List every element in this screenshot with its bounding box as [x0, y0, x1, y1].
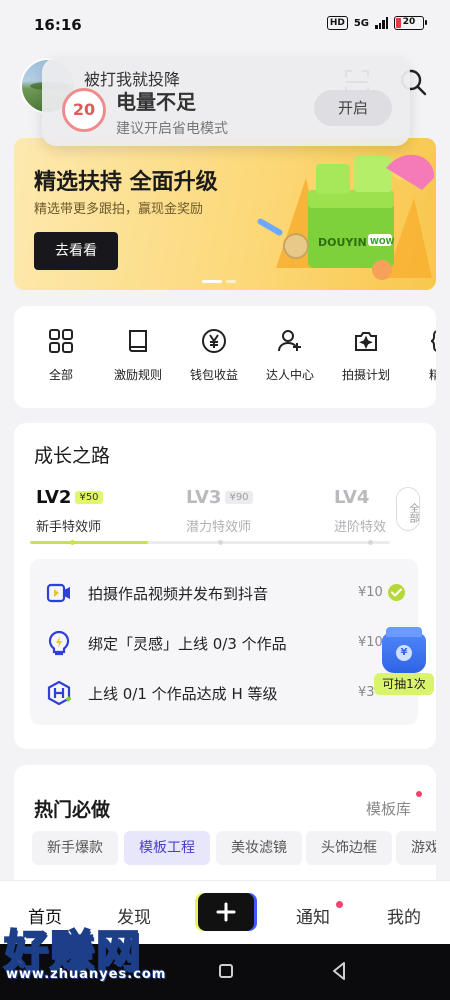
banner-pager — [202, 280, 236, 283]
level-reward: ¥50 — [75, 491, 103, 504]
level-name: LV2 — [36, 487, 72, 508]
hot-title: 热门必做 — [34, 799, 111, 821]
lightning-icon — [48, 630, 70, 656]
tab-home[interactable]: 首页 — [28, 903, 62, 928]
chip-template-projects[interactable]: 模板工程 — [124, 831, 210, 865]
camera-sparkle-icon — [355, 332, 377, 351]
signal-icon — [375, 17, 388, 29]
bottom-tab-bar: 首页 发现 通知 我的 — [0, 880, 450, 944]
template-library-link[interactable]: 模板库 — [366, 798, 411, 819]
quick-action-creator-center[interactable]: 达人中心 — [255, 328, 325, 383]
quick-action-label: 钱包收益 — [189, 368, 238, 382]
banner-subtitle: 精选带更多跟拍，赢现金奖励 — [34, 202, 204, 217]
quick-action-featured[interactable]: 精选 — [406, 328, 436, 383]
check-icon — [388, 584, 405, 601]
quick-action-label: 激励规则 — [113, 368, 162, 382]
grid-icon — [49, 329, 73, 353]
level-name: LV4 — [334, 487, 370, 508]
back-icon[interactable] — [330, 960, 348, 982]
level-name: LV3 — [186, 487, 222, 508]
quick-actions-card: 全部 激励规则 钱包收益 达人中心 拍摄计划 精选 — [14, 306, 436, 408]
all-levels-button[interactable]: 全部 — [396, 487, 420, 531]
task-list: 拍摄作品视频并发布到抖音 ¥10 绑定「灵感」上线 0/3 个作品 ¥10 上线… — [30, 559, 418, 725]
task-item[interactable]: 上线 0/1 个作品达成 H 等级 ¥3 — [30, 667, 418, 717]
quick-action-rules[interactable]: 激励规则 — [103, 328, 173, 383]
category-chips: 新手爆款 模板工程 美妆滤镜 头饰边框 游戏 — [32, 831, 436, 871]
level-reward: ¥90 — [225, 491, 253, 504]
network-label: 5G — [353, 17, 369, 29]
tab-me[interactable]: 我的 — [387, 903, 421, 928]
chip-headwear-frames[interactable]: 头饰边框 — [306, 831, 392, 865]
notification-title: 电量不足 — [116, 90, 196, 114]
task-item[interactable]: 拍摄作品视频并发布到抖音 ¥10 — [30, 567, 418, 617]
growth-path-card: 成长之路 LV2 ¥50 新手特效师 LV3 ¥90 潜力特效师 LV4 进阶特效 … — [14, 423, 436, 749]
lucky-bag-icon: ¥ — [382, 627, 426, 673]
chip-games[interactable]: 游戏 — [396, 831, 436, 865]
level-lv3[interactable]: LV3 ¥90 潜力特效师 — [186, 487, 253, 535]
tab-notifications[interactable]: 通知 — [296, 903, 330, 928]
quick-action-label: 达人中心 — [265, 368, 314, 382]
battery-ring-icon: 20 — [62, 88, 106, 132]
level-desc: 新手特效师 — [36, 520, 102, 535]
level-desc: 进阶特效 — [334, 520, 387, 535]
quick-action-wallet[interactable]: 钱包收益 — [179, 328, 249, 383]
task-item[interactable]: 绑定「灵感」上线 0/3 个作品 ¥10 — [30, 617, 418, 667]
recents-icon[interactable] — [219, 964, 233, 978]
book-icon — [129, 330, 147, 352]
h-badge-icon — [47, 680, 71, 706]
task-text: 绑定「灵感」上线 0/3 个作品 — [88, 635, 287, 653]
banner-go-button[interactable]: 去看看 — [34, 232, 118, 270]
chip-newbie-hits[interactable]: 新手爆款 — [32, 831, 118, 865]
task-text: 上线 0/1 个作品达成 H 等级 — [88, 685, 278, 703]
gift-box-illustration: DOUYIN WOW — [257, 154, 435, 280]
new-dot — [416, 791, 422, 797]
status-time: 16:16 — [34, 16, 82, 34]
status-icons: HD 5G 20 — [326, 16, 427, 30]
level-desc: 潜力特效师 — [186, 520, 252, 535]
battery-level: 20 — [402, 17, 416, 27]
create-button[interactable] — [198, 893, 254, 931]
tab-discover[interactable]: 发现 — [117, 903, 151, 928]
quick-action-all[interactable]: 全部 — [26, 328, 96, 383]
status-bar: 16:16 HD 5G 20 — [0, 0, 450, 52]
level-progress-track — [30, 540, 390, 545]
level-progress-fill — [30, 541, 148, 544]
quick-action-label: 全部 — [48, 368, 73, 382]
task-reward: ¥3 — [358, 685, 375, 700]
notification-dot — [336, 901, 343, 908]
level-lv2[interactable]: LV2 ¥50 新手特效师 — [36, 487, 103, 535]
chip-beauty-filters[interactable]: 美妆滤镜 — [216, 831, 302, 865]
plus-icon — [216, 902, 236, 922]
low-battery-notification[interactable]: 被打我就投降 20 电量不足 建议开启省电模式 开启 — [42, 58, 410, 146]
enable-power-saving-button[interactable]: 开启 — [314, 90, 392, 126]
growth-title: 成长之路 — [34, 445, 111, 467]
banner-title: 精选扶持 全面升级 — [34, 170, 218, 195]
hd-badge: HD — [326, 16, 348, 30]
art-text-wow: WOW — [370, 237, 395, 246]
quick-action-label: 拍摄计划 — [341, 368, 390, 382]
system-nav-bar — [0, 944, 450, 1000]
art-text-douyin: DOUYIN — [318, 236, 367, 249]
user-plus-icon — [278, 330, 301, 352]
coin-icon: ¥ — [396, 645, 412, 661]
quick-action-label: 精选 — [428, 368, 436, 382]
progress-dot — [70, 540, 75, 545]
task-text: 拍摄作品视频并发布到抖音 — [88, 585, 269, 603]
task-reward: ¥10 — [358, 585, 383, 600]
progress-dot — [368, 540, 373, 545]
lottery-draw-button[interactable]: ¥ 可抽1次 — [374, 627, 434, 697]
notification-subtitle: 建议开启省电模式 — [116, 121, 228, 137]
progress-dot — [218, 540, 223, 545]
battery-ring-level: 20 — [72, 100, 96, 119]
level-lv4[interactable]: LV4 进阶特效 — [334, 487, 396, 535]
bracket-icon — [430, 330, 436, 352]
quick-action-shoot-plan[interactable]: 拍摄计划 — [331, 328, 401, 383]
battery-icon: 20 — [394, 16, 427, 30]
promo-banner[interactable]: 精选扶持 全面升级 精选带更多跟拍，赢现金奖励 去看看 DOUYIN WOW — [14, 138, 436, 290]
lottery-label: 可抽1次 — [374, 673, 434, 695]
video-icon — [46, 583, 70, 603]
yen-icon — [202, 329, 226, 353]
